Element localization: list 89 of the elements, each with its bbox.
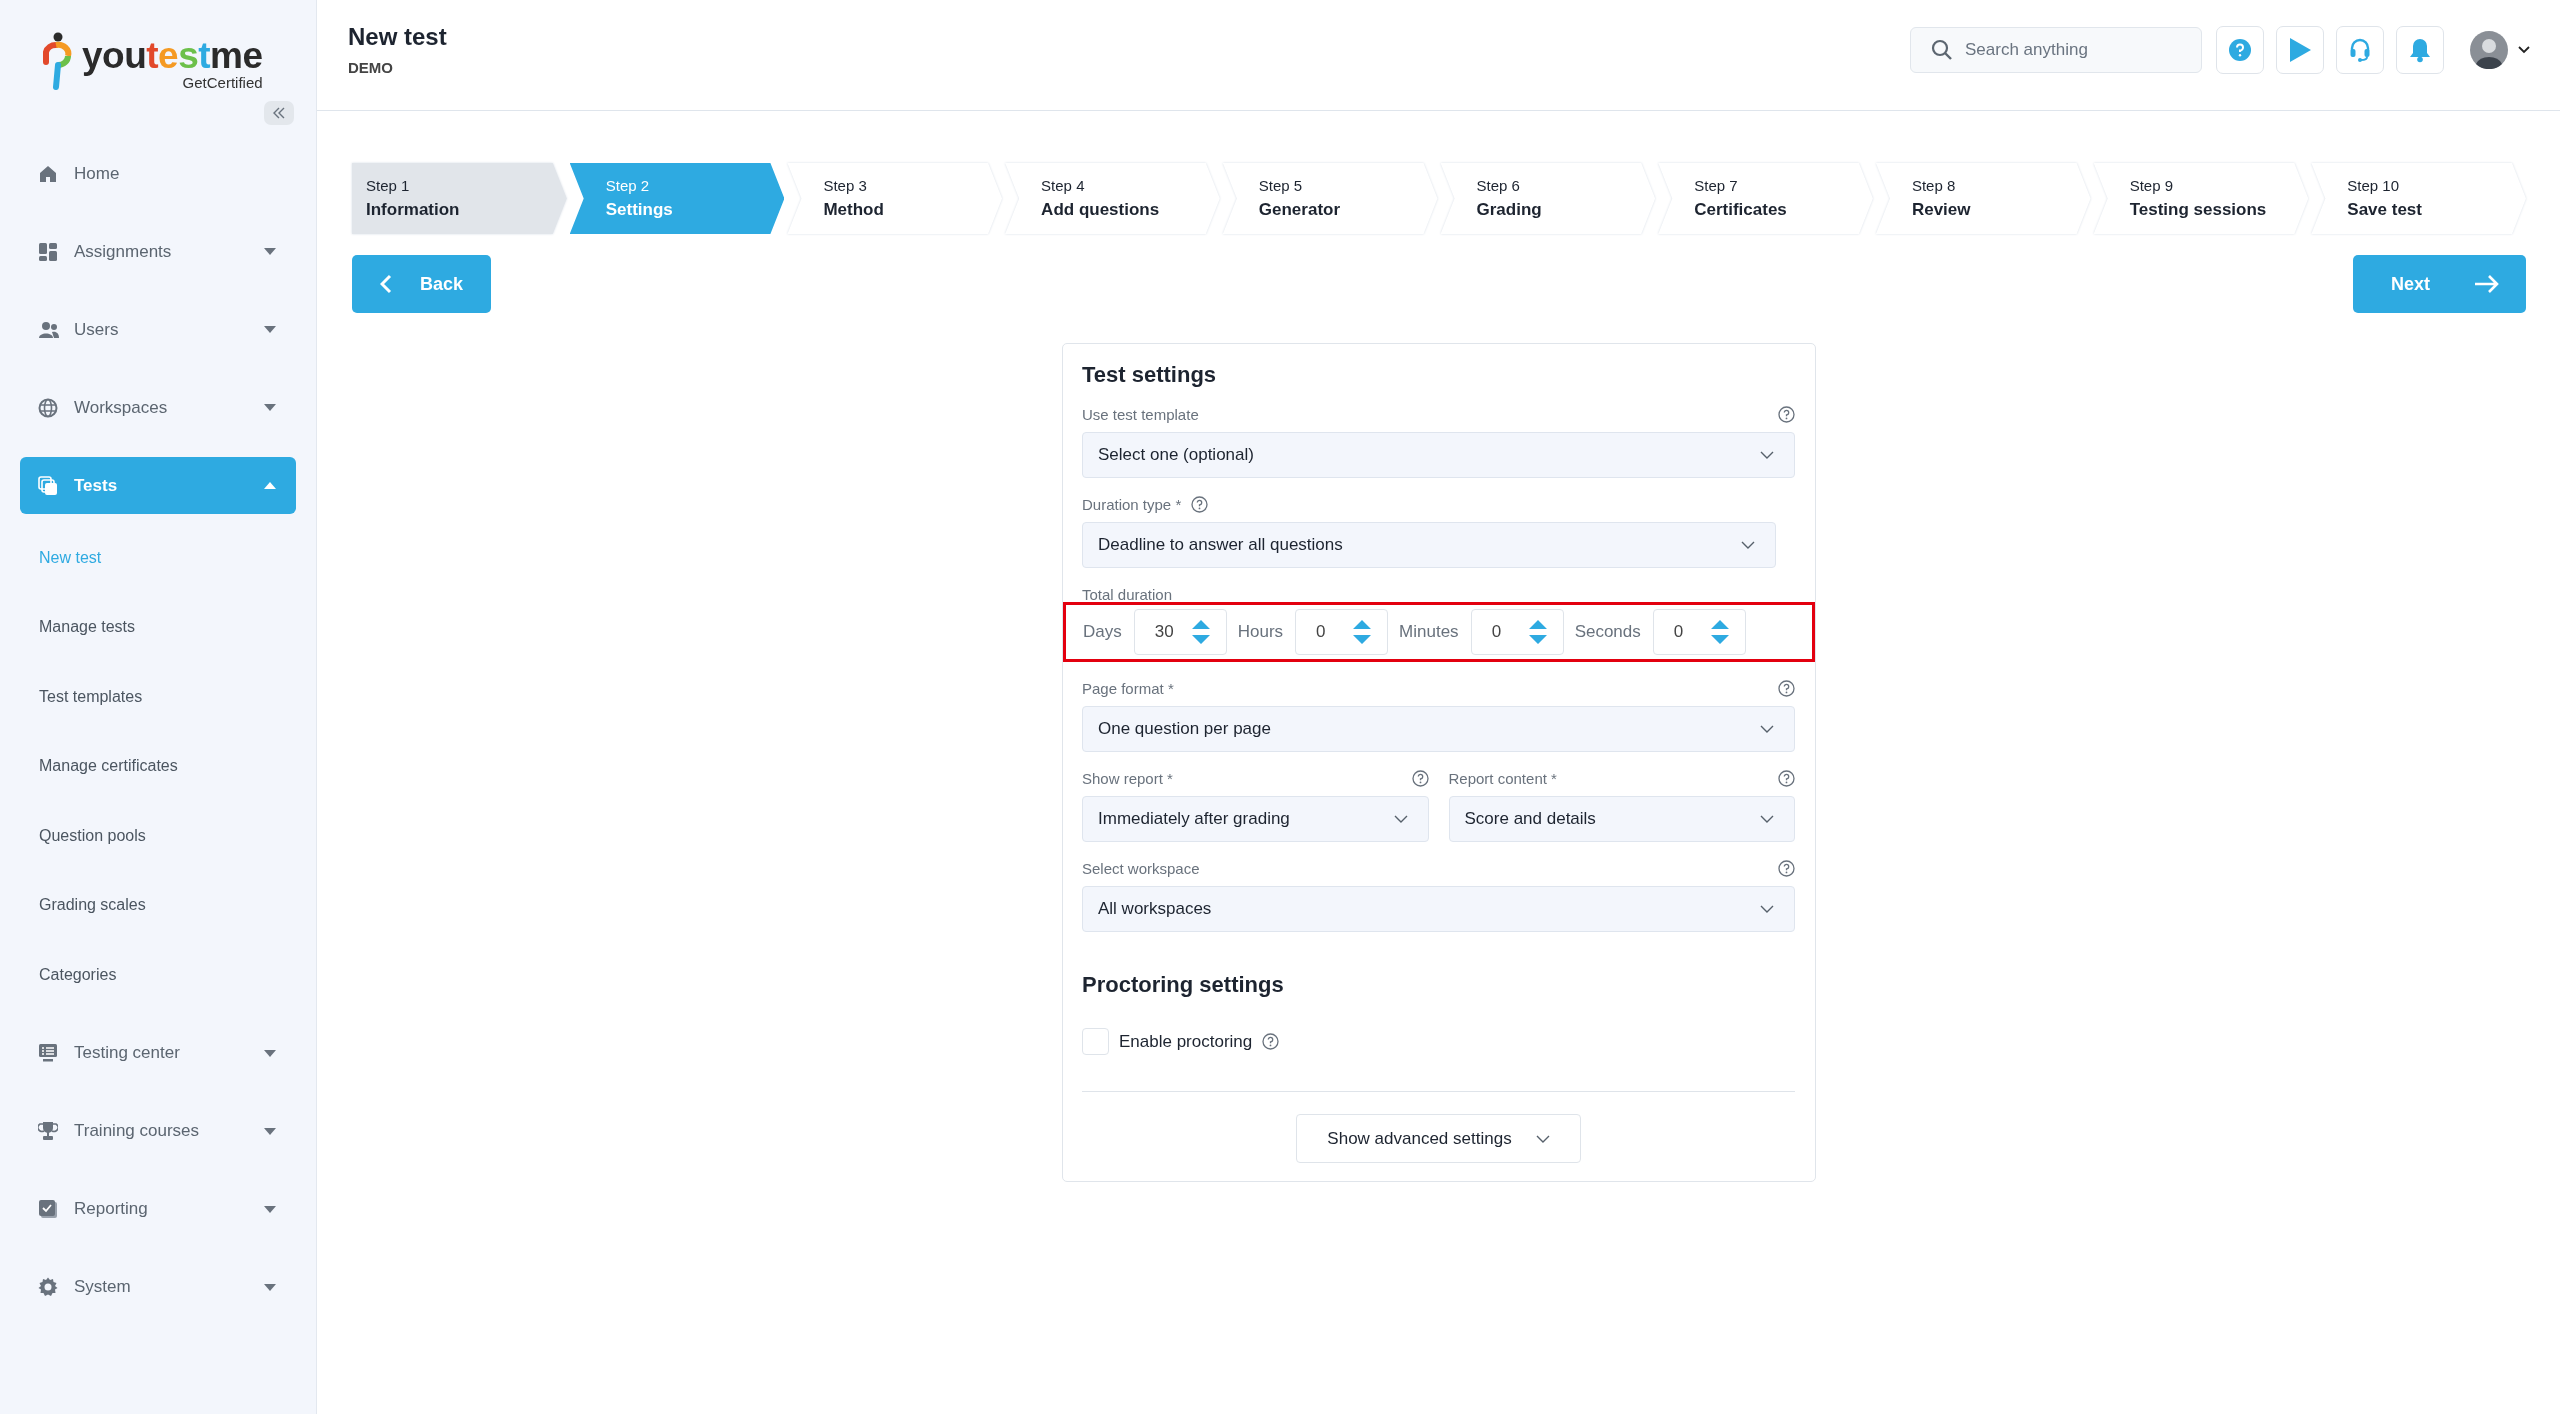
sidebar-item[interactable]: Training courses [20, 1102, 296, 1160]
logo-wordmark: youtestme [82, 36, 263, 76]
play-button[interactable] [2276, 26, 2324, 74]
select-field[interactable]: One question per page [1082, 706, 1795, 752]
help-icon [2228, 38, 2252, 62]
unit-label: Seconds [1574, 622, 1641, 642]
spinner-arrows-icon [1709, 619, 1730, 645]
collapse-sidebar-button[interactable] [264, 101, 294, 125]
chevron-down-icon [1760, 725, 1774, 733]
field-label: Report content * [1448, 769, 1557, 787]
help-icon[interactable] [1191, 495, 1209, 513]
number-spinner[interactable]: 0 [1652, 609, 1746, 655]
avatar-icon [2470, 31, 2508, 69]
help-icon[interactable] [1778, 679, 1795, 697]
chevron-down-icon [1760, 905, 1774, 913]
chevron-down-icon [1535, 1134, 1550, 1143]
sidebar-item[interactable]: Workspaces [20, 379, 296, 436]
field-label: Select workspace [1082, 859, 1200, 877]
arrow-right-icon [2474, 274, 2500, 294]
number-spinner[interactable]: 0 [1295, 609, 1389, 655]
sidebar-subitem[interactable]: Manage certificates [20, 731, 178, 801]
number-spinner[interactable]: 0 [1470, 609, 1564, 655]
spinner-arrows-icon [1190, 619, 1211, 645]
double-chevron-left-icon [272, 107, 286, 119]
field-label: Duration type * [1082, 495, 1182, 513]
select-field[interactable]: Immediately after grading [1082, 796, 1429, 842]
chevron-left-icon [380, 274, 392, 294]
checkbox-report-icon [38, 1199, 58, 1219]
select-field[interactable]: Deadline to answer all questions [1082, 522, 1776, 568]
help-icon[interactable] [1411, 769, 1429, 787]
sidebar-item[interactable]: System [20, 1258, 296, 1316]
field-label: Show report * [1082, 769, 1173, 787]
headset-icon [2349, 37, 2371, 63]
monitor-icon [38, 1043, 58, 1063]
chevron-down-icon [1741, 541, 1755, 549]
home-icon [38, 163, 58, 184]
field-label: Use test template [1082, 405, 1199, 423]
sidebar-item[interactable]: Users [20, 301, 296, 358]
spinner-arrows-icon [1352, 619, 1373, 645]
sidebar-item[interactable]: Home [20, 145, 296, 202]
page-title: New test [348, 22, 448, 51]
unit-label: Hours [1237, 622, 1284, 642]
unit-label: Minutes [1399, 622, 1459, 642]
help-icon[interactable] [1778, 769, 1795, 787]
sidebar-item[interactable]: Assignments [20, 223, 296, 280]
chevron-down-icon [1760, 815, 1774, 823]
search-icon [1931, 39, 1953, 61]
help-icon[interactable] [1262, 1033, 1280, 1050]
sidebar-subitem[interactable]: Test templates [20, 662, 143, 732]
play-icon [2288, 37, 2312, 63]
field-label: Total duration [1082, 585, 1173, 603]
sidebar-item[interactable]: Testing center [20, 1024, 296, 1082]
sidebar-subitem[interactable]: Question pools [20, 801, 146, 871]
show-advanced-button[interactable]: Show advanced settings [1296, 1114, 1581, 1163]
sidebar-item[interactable]: Reporting [20, 1180, 296, 1238]
settings-icon [38, 1277, 58, 1297]
checkbox[interactable] [1082, 1028, 1109, 1055]
sidebar-subitem[interactable]: Manage tests [20, 592, 136, 662]
sidebar-subitem[interactable]: Grading scales [20, 870, 146, 940]
globe-icon [38, 397, 58, 418]
users-icon [38, 319, 60, 340]
dashboard-icon [38, 241, 58, 262]
sidebar-subitem[interactable]: Categories [20, 940, 117, 1010]
support-button[interactable] [2336, 26, 2384, 74]
page-subtitle: DEMO [348, 58, 394, 76]
chevron-down-icon [1393, 815, 1408, 823]
logo-tagline: GetCertified [182, 74, 263, 91]
select-field[interactable]: Select one (optional) [1082, 432, 1795, 478]
number-spinner[interactable]: 30 [1133, 609, 1227, 655]
select-field[interactable]: All workspaces [1082, 886, 1795, 932]
layers-icon [38, 475, 58, 496]
help-icon[interactable] [1778, 859, 1795, 877]
spinner-arrows-icon [1527, 619, 1548, 645]
help-icon[interactable] [1778, 405, 1795, 423]
section-title: Proctoring settings [1082, 972, 1285, 998]
checkbox-label: Enable proctoring [1119, 1031, 1253, 1052]
chevron-down-icon [1760, 451, 1774, 459]
user-menu[interactable] [2470, 31, 2530, 69]
trophy-icon [38, 1121, 58, 1141]
bell-icon [2408, 37, 2432, 63]
notifications-button[interactable] [2396, 26, 2444, 74]
field-label: Page format * [1082, 679, 1174, 697]
select-field[interactable]: Score and details [1448, 796, 1795, 842]
section-title: Test settings [1082, 362, 1218, 388]
search-field[interactable]: Search anything [1910, 27, 2202, 73]
wizard-step[interactable]: Step 1 Information [352, 163, 567, 234]
help-button[interactable] [2216, 26, 2264, 74]
chevron-down-icon [2518, 46, 2530, 54]
unit-label: Days [1083, 622, 1122, 642]
